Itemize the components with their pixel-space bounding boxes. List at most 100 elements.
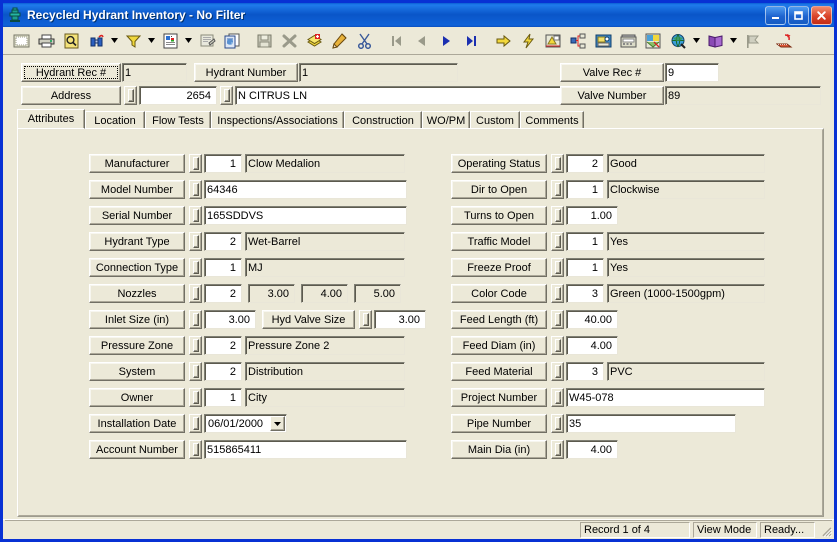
address-label[interactable]: Address (21, 86, 121, 105)
feed-length-field[interactable]: 40.00 (566, 310, 618, 329)
save-icon[interactable] (252, 29, 276, 52)
valve-number-label[interactable]: Valve Number (560, 86, 664, 105)
color-code-label[interactable]: Color Code (451, 284, 547, 303)
feed-material-spin[interactable] (551, 362, 564, 381)
form-design-icon[interactable] (195, 29, 219, 52)
hydrant-rec-label[interactable]: Hydrant Rec # (21, 63, 121, 82)
pipe-number-spin[interactable] (551, 414, 564, 433)
tab-construction[interactable]: Construction (344, 111, 422, 129)
tab-attributes[interactable]: Attributes (17, 109, 85, 129)
book-icon[interactable] (703, 29, 727, 52)
project-number-field[interactable]: W45-078 (566, 388, 765, 407)
new-record-icon[interactable] (302, 29, 326, 52)
pressure-zone-code[interactable]: 2 (204, 336, 242, 355)
dropdown-arrow-2-icon[interactable] (146, 29, 157, 52)
freeze-proof-code[interactable]: 1 (566, 258, 604, 277)
turns-to-open-label[interactable]: Turns to Open (451, 206, 547, 225)
main-dia-spin[interactable] (551, 440, 564, 459)
feed-diam-field[interactable]: 4.00 (566, 336, 618, 355)
print-icon[interactable] (34, 29, 58, 52)
hydrant-rec-field[interactable]: 1 (122, 63, 187, 82)
operating-status-code[interactable]: 2 (566, 154, 604, 173)
color-code-code[interactable]: 3 (566, 284, 604, 303)
dir-to-open-code[interactable]: 1 (566, 180, 604, 199)
connection-type-spin[interactable] (189, 258, 202, 277)
globe-search-icon[interactable] (666, 29, 690, 52)
freeze-proof-spin[interactable] (551, 258, 564, 277)
serial-number-label[interactable]: Serial Number (89, 206, 185, 225)
project-number-spin[interactable] (551, 388, 564, 407)
edit-pencil-icon[interactable] (327, 29, 351, 52)
hydrant-number-label[interactable]: Hydrant Number (194, 63, 298, 82)
inlet-size-label[interactable]: Inlet Size (in) (89, 310, 185, 329)
filter-funnel-icon[interactable] (121, 29, 145, 52)
nozzle-size-2[interactable]: 4.00 (301, 284, 348, 303)
print-preview-icon[interactable] (9, 29, 33, 52)
account-number-label[interactable]: Account Number (89, 440, 185, 459)
inlet-size-field[interactable]: 3.00 (204, 310, 256, 329)
search-page-icon[interactable] (59, 29, 83, 52)
feed-diam-label[interactable]: Feed Diam (in) (451, 336, 547, 355)
model-number-label[interactable]: Model Number (89, 180, 185, 199)
system-spin[interactable] (189, 362, 202, 381)
main-dia-label[interactable]: Main Dia (in) (451, 440, 547, 459)
traffic-model-code[interactable]: 1 (566, 232, 604, 251)
close-button[interactable] (811, 5, 832, 25)
cut-scissors-icon[interactable] (352, 29, 376, 52)
maximize-button[interactable] (788, 5, 809, 25)
hydrant-type-code[interactable]: 2 (204, 232, 242, 251)
pipe-number-label[interactable]: Pipe Number (451, 414, 547, 433)
account-number-spin[interactable] (189, 440, 202, 459)
dropdown-arrow-5-icon[interactable] (728, 29, 739, 52)
traffic-model-spin[interactable] (551, 232, 564, 251)
manufacturer-code[interactable]: 1 (204, 154, 242, 173)
owner-label[interactable]: Owner (89, 388, 185, 407)
model-number-field[interactable]: 64346 (204, 180, 407, 199)
dropdown-arrow-1-icon[interactable] (109, 29, 120, 52)
nozzle-size-3[interactable]: 5.00 (354, 284, 401, 303)
manufacturer-label[interactable]: Manufacturer (89, 154, 185, 173)
hydrant-type-spin[interactable] (189, 232, 202, 251)
project-number-label[interactable]: Project Number (451, 388, 547, 407)
tab-custom[interactable]: Custom (470, 111, 520, 129)
feed-material-label[interactable]: Feed Material (451, 362, 547, 381)
tab-wo-pm[interactable]: WO/PM (422, 111, 470, 129)
address-number-spin[interactable] (124, 86, 137, 105)
recycle-icon[interactable] (772, 29, 796, 52)
operating-status-label[interactable]: Operating Status (451, 154, 547, 173)
binoculars-icon[interactable] (84, 29, 108, 52)
resize-grip[interactable] (818, 523, 833, 537)
pressure-zone-label[interactable]: Pressure Zone (89, 336, 185, 355)
nozzles-spin[interactable] (189, 284, 202, 303)
owner-spin[interactable] (189, 388, 202, 407)
connection-type-label[interactable]: Connection Type (89, 258, 185, 277)
pressure-zone-spin[interactable] (189, 336, 202, 355)
feed-length-spin[interactable] (551, 310, 564, 329)
address-street-field[interactable]: N CITRUS LN (235, 86, 565, 105)
model-number-spin[interactable] (189, 180, 202, 199)
tab-flow-tests[interactable]: Flow Tests (145, 111, 211, 129)
valve-rec-field[interactable]: 9 (665, 63, 719, 82)
workorder-icon[interactable] (591, 29, 615, 52)
dropdown-arrow-4-icon[interactable] (691, 29, 702, 52)
nozzles-label[interactable]: Nozzles (89, 284, 185, 303)
copy-record-icon[interactable] (220, 29, 244, 52)
map-icon[interactable] (541, 29, 565, 52)
goto-icon[interactable] (491, 29, 515, 52)
inlet-size-spin[interactable] (189, 310, 202, 329)
serial-number-spin[interactable] (189, 206, 202, 225)
installation-date-picker[interactable]: 06/01/2000 (204, 414, 287, 433)
valve-number-field[interactable]: 89 (665, 86, 821, 105)
tab-location[interactable]: Location (85, 111, 145, 129)
prev-record-icon[interactable] (409, 29, 433, 52)
nozzles-count[interactable]: 2 (204, 284, 242, 303)
account-number-field[interactable]: 515865411 (204, 440, 407, 459)
operating-status-spin[interactable] (551, 154, 564, 173)
tab-comments[interactable]: Comments (520, 111, 584, 129)
hydrant-type-label[interactable]: Hydrant Type (89, 232, 185, 251)
hydrant-number-field[interactable]: 1 (299, 63, 458, 82)
freeze-proof-label[interactable]: Freeze Proof (451, 258, 547, 277)
next-record-icon[interactable] (434, 29, 458, 52)
tab-inspections-associations[interactable]: Inspections/Associations (211, 111, 344, 129)
pipe-number-field[interactable]: 35 (566, 414, 736, 433)
